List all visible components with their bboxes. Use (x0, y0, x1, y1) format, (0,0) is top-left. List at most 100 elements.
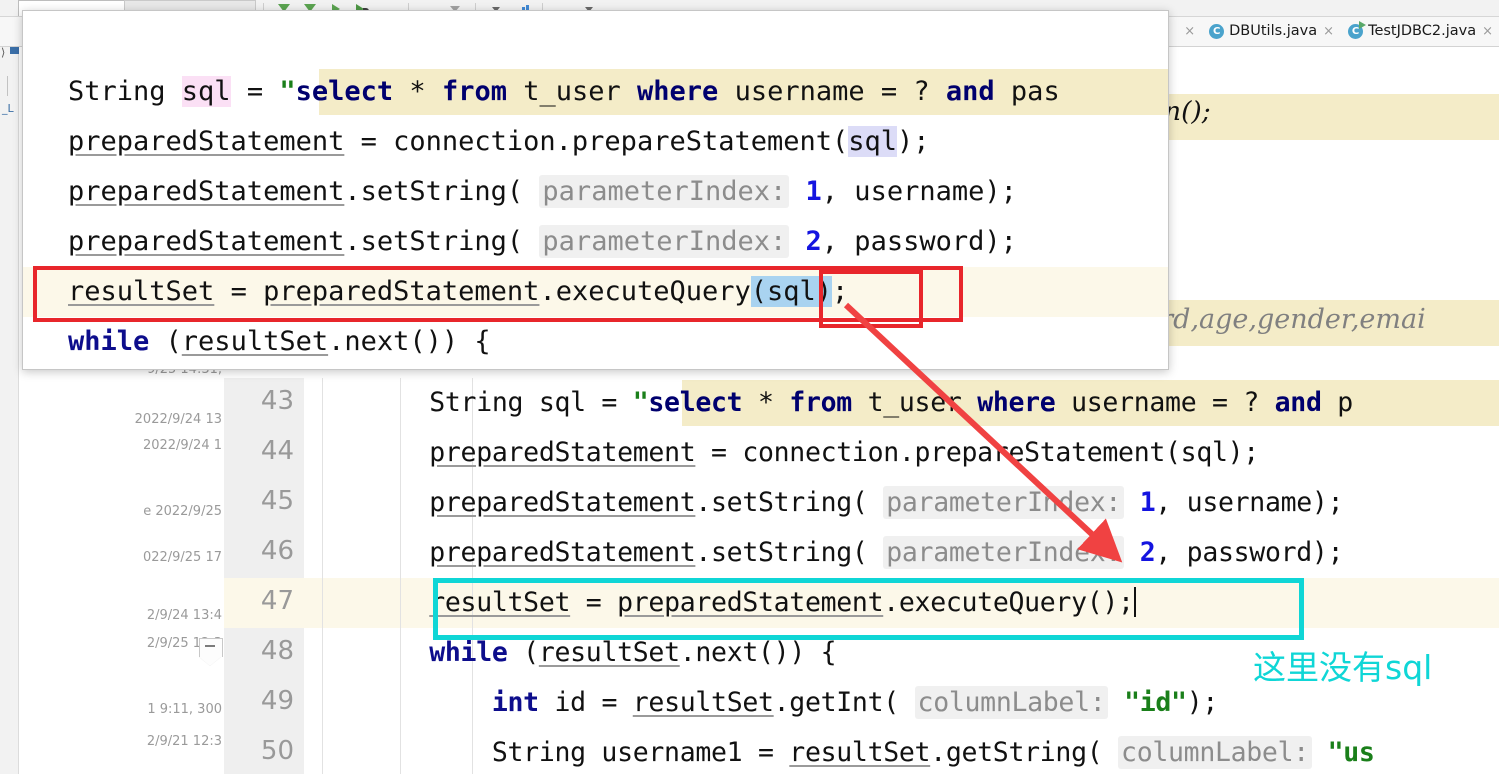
code-line-45[interactable]: preparedStatement.setString( parameterIn… (304, 478, 1344, 528)
code-text: where (637, 76, 719, 107)
code-text: ); (897, 126, 930, 157)
code-text: , username); (1155, 487, 1344, 518)
left-tool-strip: ⟩ _L (0, 16, 19, 774)
line-number: 43 (260, 386, 294, 416)
code-line-50[interactable]: String username1 = resultSet.getString( … (304, 728, 1375, 774)
java-class-icon: C (1209, 23, 1225, 39)
code-text: .setString( (695, 537, 884, 568)
code-line-46[interactable]: preparedStatement.setString( parameterIn… (304, 528, 1344, 578)
selected-identifier: sql (848, 126, 898, 157)
field-reference[interactable]: resultSet (539, 637, 680, 668)
popup-code-line-3[interactable]: preparedStatement.setString( parameterIn… (68, 167, 1017, 217)
navigate-icon[interactable]: ⟩ (1, 46, 5, 59)
line-number: 46 (260, 536, 294, 566)
line-number: 49 (260, 686, 294, 716)
code-text: select (295, 76, 394, 107)
blame-row: 022/9/25 17 (142, 550, 222, 565)
code-text: 1 (1139, 487, 1156, 518)
blame-row: 2/9/21 12:3 (146, 734, 222, 749)
code-text: = connection.prepareStatement( (344, 126, 849, 157)
field-reference[interactable]: resultSet (182, 326, 328, 357)
popup-code-line-2[interactable]: preparedStatement = connection.prepareSt… (68, 117, 930, 167)
line-number: 44 (260, 436, 294, 466)
blame-row: 2022/9/24 13 (134, 412, 222, 427)
code-text: .next()) { (328, 326, 491, 357)
parameter-hint: parameterIndex: (883, 536, 1125, 569)
close-icon[interactable]: × (1184, 25, 1195, 38)
string-literal: "id" (1124, 687, 1187, 718)
code-text: id = (538, 687, 633, 718)
code-text: String (68, 76, 182, 107)
code-text: .getInt( (773, 687, 915, 718)
field-reference[interactable]: preparedStatement (68, 126, 344, 157)
strip-divider (7, 76, 8, 96)
field-reference[interactable]: preparedStatement (68, 176, 344, 207)
code-text: .setString( (344, 176, 540, 207)
code-text: , password); (1155, 537, 1344, 568)
code-text: 2 (805, 226, 822, 257)
tab-label: DBUtils.java (1229, 23, 1318, 39)
line-number-gutter: 43 44 45 46 47 48 49 50 (224, 378, 304, 774)
close-icon[interactable]: × (1323, 25, 1334, 38)
code-text: , username); (821, 176, 1017, 207)
code-text: = connection.prepareStatement(sql); (695, 437, 1259, 468)
field-reference[interactable]: preparedStatement (429, 537, 695, 568)
keyword: int (491, 687, 539, 718)
code-line-43[interactable]: String sql = "select * from t_user where… (304, 378, 1353, 428)
tab-close-leading[interactable]: × (1176, 16, 1201, 46)
parameter-hint: columnLabel: (1118, 736, 1312, 769)
code-text: * (742, 387, 790, 418)
code-text: username = ? (1055, 387, 1275, 418)
keyword: while (429, 637, 508, 668)
occluded-line-tail: n(); (1164, 96, 1211, 127)
code-text: " (632, 387, 649, 418)
occluded-italic-text: ord,age,gender,emai (1144, 304, 1426, 335)
code-text: p (1321, 387, 1353, 418)
field-reference[interactable]: resultSet (789, 737, 930, 768)
java-class-runnable-icon: C (1348, 20, 1367, 39)
code-text: .setString( (695, 487, 884, 518)
field-reference[interactable]: resultSet (633, 687, 774, 718)
code-text: " (279, 76, 296, 107)
editor-code-area[interactable]: String sql = "select * from t_user where… (304, 378, 1499, 774)
code-text: String username1 = (304, 737, 790, 768)
field-reference[interactable]: preparedStatement (429, 487, 695, 518)
popup-code-line-4[interactable]: preparedStatement.setString( parameterIn… (68, 217, 1017, 267)
parameter-hint: columnLabel: (914, 686, 1109, 719)
line-number: 47 (260, 586, 294, 616)
tab-label: TestJDBC2.java (1368, 23, 1477, 39)
field-reference[interactable]: preparedStatement (429, 437, 695, 468)
field-reference[interactable]: preparedStatement (68, 226, 344, 257)
blame-row: 2/9/24 13:4 (146, 608, 222, 623)
parameter-hint: parameterIndex: (883, 486, 1125, 519)
code-line-49[interactable]: int id = resultSet.getInt( columnLabel: … (304, 678, 1218, 728)
code-text: .next()) { (679, 637, 837, 668)
code-text: and (945, 76, 995, 107)
parameter-hint: parameterIndex: (539, 175, 790, 208)
code-text: t_user (851, 387, 978, 418)
code-text: t_user (506, 76, 638, 107)
code-text: from (441, 76, 507, 107)
line-number: 50 (260, 736, 294, 766)
popup-code-area[interactable]: String sql = "select * from t_user where… (23, 67, 1168, 369)
code-text: 2 (1139, 537, 1156, 568)
close-icon[interactable]: × (1482, 25, 1493, 38)
popup-code-line-1[interactable]: String sql = "select * from t_user where… (68, 67, 1060, 117)
code-text: and (1274, 387, 1322, 418)
code-line-44[interactable]: preparedStatement = connection.prepareSt… (304, 428, 1259, 478)
tab-testjdbc2-java[interactable]: C TestJDBC2.java × (1340, 16, 1499, 46)
code-text: String sql = (304, 387, 633, 418)
popup-code-line-6[interactable]: while (resultSet.next()) { (68, 317, 491, 367)
annotation-red-box-sql-argument (819, 270, 923, 328)
code-text: , password); (821, 226, 1017, 257)
code-fold-collapse-icon[interactable] (199, 638, 223, 666)
sidebar-item-label[interactable]: _L (2, 102, 14, 115)
tab-dbutils-java[interactable]: C DBUtils.java × (1201, 16, 1340, 46)
